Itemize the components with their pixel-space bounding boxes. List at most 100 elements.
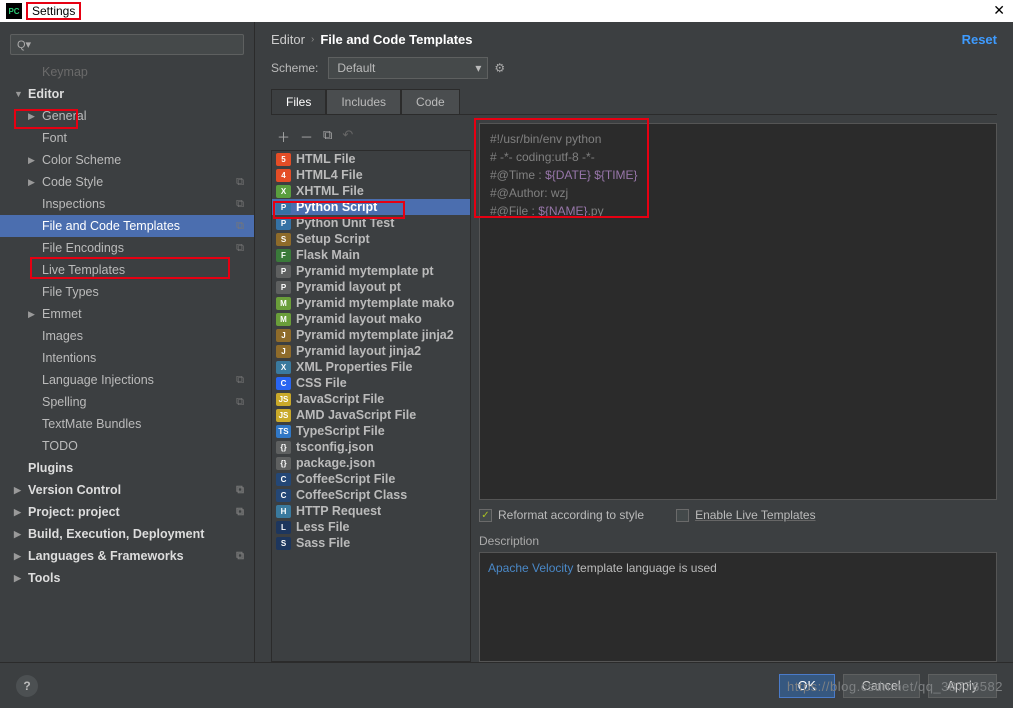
template-item-javascript-file[interactable]: JSJavaScript File xyxy=(272,391,470,407)
template-item-coffeescript-class[interactable]: CCoffeeScript Class xyxy=(272,487,470,503)
sidebar-item-tools[interactable]: Tools xyxy=(0,567,254,589)
sidebar-item-keymap[interactable]: Keymap xyxy=(0,61,254,83)
template-item-sass-file[interactable]: SSass File xyxy=(272,535,470,551)
apache-velocity-link[interactable]: Apache Velocity xyxy=(488,561,573,575)
sidebar-item-font[interactable]: Font xyxy=(0,127,254,149)
template-item-tsconfig-json[interactable]: {}tsconfig.json xyxy=(272,439,470,455)
file-type-icon: TS xyxy=(276,425,291,438)
template-item-html-file[interactable]: 5HTML File xyxy=(272,151,470,167)
cancel-button[interactable]: Cancel xyxy=(843,674,920,698)
sidebar-item-plugins[interactable]: Plugins xyxy=(0,457,254,479)
template-item-pyramid-mytemplate-pt[interactable]: PPyramid mytemplate pt xyxy=(272,263,470,279)
sidebar-item-file-encodings[interactable]: File Encodings⧉ xyxy=(0,237,254,259)
file-type-icon: M xyxy=(276,313,291,326)
template-item-setup-script[interactable]: SSetup Script xyxy=(272,231,470,247)
reset-link[interactable]: Reset xyxy=(962,32,997,47)
file-type-icon: {} xyxy=(276,457,291,470)
sidebar-item-spelling[interactable]: Spelling⧉ xyxy=(0,391,254,413)
close-icon[interactable]: ✕ xyxy=(993,2,1005,19)
template-item-xhtml-file[interactable]: XXHTML File xyxy=(272,183,470,199)
reformat-checkbox[interactable]: Reformat according to style xyxy=(479,508,644,522)
crumb-editor[interactable]: Editor xyxy=(271,32,305,47)
file-type-icon: M xyxy=(276,297,291,310)
search-input[interactable]: Q▾ xyxy=(10,34,244,55)
scope-icon: ⧉ xyxy=(236,396,244,409)
apply-button[interactable]: Apply xyxy=(928,674,997,698)
sidebar-item-file-and-code-templates[interactable]: File and Code Templates⧉ xyxy=(0,215,254,237)
sidebar-item-images[interactable]: Images xyxy=(0,325,254,347)
file-type-icon: C xyxy=(276,473,291,486)
tab-files[interactable]: Files xyxy=(271,89,326,114)
template-item-amd-javascript-file[interactable]: JSAMD JavaScript File xyxy=(272,407,470,423)
file-type-icon: P xyxy=(276,281,291,294)
file-type-icon: P xyxy=(276,201,291,214)
file-type-icon: JS xyxy=(276,409,291,422)
scope-icon: ⧉ xyxy=(236,220,244,233)
sidebar-item-build-execution-deployment[interactable]: Build, Execution, Deployment xyxy=(0,523,254,545)
sidebar-item-version-control[interactable]: Version Control⧉ xyxy=(0,479,254,501)
sidebar-item-todo[interactable]: TODO xyxy=(0,435,254,457)
revert-icon[interactable]: ↶ xyxy=(342,127,353,146)
template-item-pyramid-layout-pt[interactable]: PPyramid layout pt xyxy=(272,279,470,295)
sidebar-item-emmet[interactable]: Emmet xyxy=(0,303,254,325)
gear-icon[interactable]: ⚙ xyxy=(494,61,505,75)
file-type-icon: S xyxy=(276,233,291,246)
template-item-pyramid-mytemplate-jinja2[interactable]: JPyramid mytemplate jinja2 xyxy=(272,327,470,343)
sidebar-item-languages-frameworks[interactable]: Languages & Frameworks⧉ xyxy=(0,545,254,567)
template-item-python-unit-test[interactable]: PPython Unit Test xyxy=(272,215,470,231)
template-item-package-json[interactable]: {}package.json xyxy=(272,455,470,471)
sidebar-item-live-templates[interactable]: Live Templates xyxy=(0,259,254,281)
file-type-icon: F xyxy=(276,249,291,262)
scheme-label: Scheme: xyxy=(271,61,318,75)
sidebar-item-intentions[interactable]: Intentions xyxy=(0,347,254,369)
remove-icon[interactable]: － xyxy=(300,127,313,146)
settings-sidebar: Q▾ KeymapEditorGeneralFontColor SchemeCo… xyxy=(0,22,255,662)
tab-includes[interactable]: Includes xyxy=(326,89,401,114)
template-item-xml-properties-file[interactable]: XXML Properties File xyxy=(272,359,470,375)
file-type-icon: C xyxy=(276,377,291,390)
sidebar-item-color-scheme[interactable]: Color Scheme xyxy=(0,149,254,171)
template-item-pyramid-mytemplate-mako[interactable]: MPyramid mytemplate mako xyxy=(272,295,470,311)
breadcrumb: Editor › File and Code Templates Reset xyxy=(255,22,1013,53)
help-button[interactable]: ? xyxy=(16,675,38,697)
file-type-icon: {} xyxy=(276,441,291,454)
add-icon[interactable]: ＋ xyxy=(277,127,290,146)
file-type-icon: H xyxy=(276,505,291,518)
settings-tree: KeymapEditorGeneralFontColor SchemeCode … xyxy=(0,61,254,662)
template-item-less-file[interactable]: LLess File xyxy=(272,519,470,535)
scheme-select[interactable]: Default xyxy=(328,57,488,79)
template-item-python-script[interactable]: PPython Script xyxy=(272,199,470,215)
enable-live-templates-checkbox[interactable]: Enable Live Templates xyxy=(676,508,816,522)
template-file-panel: ＋ － ⧉ ↶ 5HTML File4HTML4 FileXXHTML File… xyxy=(271,123,471,662)
template-item-flask-main[interactable]: FFlask Main xyxy=(272,247,470,263)
window-title: Settings xyxy=(26,2,81,20)
template-item-http-request[interactable]: HHTTP Request xyxy=(272,503,470,519)
tab-code[interactable]: Code xyxy=(401,89,460,114)
sidebar-item-textmate-bundles[interactable]: TextMate Bundles xyxy=(0,413,254,435)
copy-icon[interactable]: ⧉ xyxy=(323,127,332,146)
sidebar-item-general[interactable]: General xyxy=(0,105,254,127)
chevron-right-icon: › xyxy=(311,34,314,45)
titlebar: PC Settings ✕ xyxy=(0,0,1013,22)
template-item-pyramid-layout-jinja2[interactable]: JPyramid layout jinja2 xyxy=(272,343,470,359)
sidebar-item-inspections[interactable]: Inspections⧉ xyxy=(0,193,254,215)
sidebar-item-language-injections[interactable]: Language Injections⧉ xyxy=(0,369,254,391)
sidebar-item-project-project[interactable]: Project: project⧉ xyxy=(0,501,254,523)
template-editor[interactable]: #!/usr/bin/env python # -*- coding:utf-8… xyxy=(479,123,997,500)
scope-icon: ⧉ xyxy=(236,176,244,189)
dialog-footer: ? OK Cancel Apply xyxy=(0,662,1013,708)
sidebar-item-file-types[interactable]: File Types xyxy=(0,281,254,303)
template-item-html4-file[interactable]: 4HTML4 File xyxy=(272,167,470,183)
file-type-icon: 4 xyxy=(276,169,291,182)
template-item-css-file[interactable]: CCSS File xyxy=(272,375,470,391)
template-item-typescript-file[interactable]: TSTypeScript File xyxy=(272,423,470,439)
crumb-fct: File and Code Templates xyxy=(320,32,472,47)
ok-button[interactable]: OK xyxy=(779,674,835,698)
scope-icon: ⧉ xyxy=(236,484,244,497)
template-list[interactable]: 5HTML File4HTML4 FileXXHTML FilePPython … xyxy=(271,150,471,662)
sidebar-item-editor[interactable]: Editor xyxy=(0,83,254,105)
file-type-icon: X xyxy=(276,361,291,374)
sidebar-item-code-style[interactable]: Code Style⧉ xyxy=(0,171,254,193)
template-item-pyramid-layout-mako[interactable]: MPyramid layout mako xyxy=(272,311,470,327)
template-item-coffeescript-file[interactable]: CCoffeeScript File xyxy=(272,471,470,487)
